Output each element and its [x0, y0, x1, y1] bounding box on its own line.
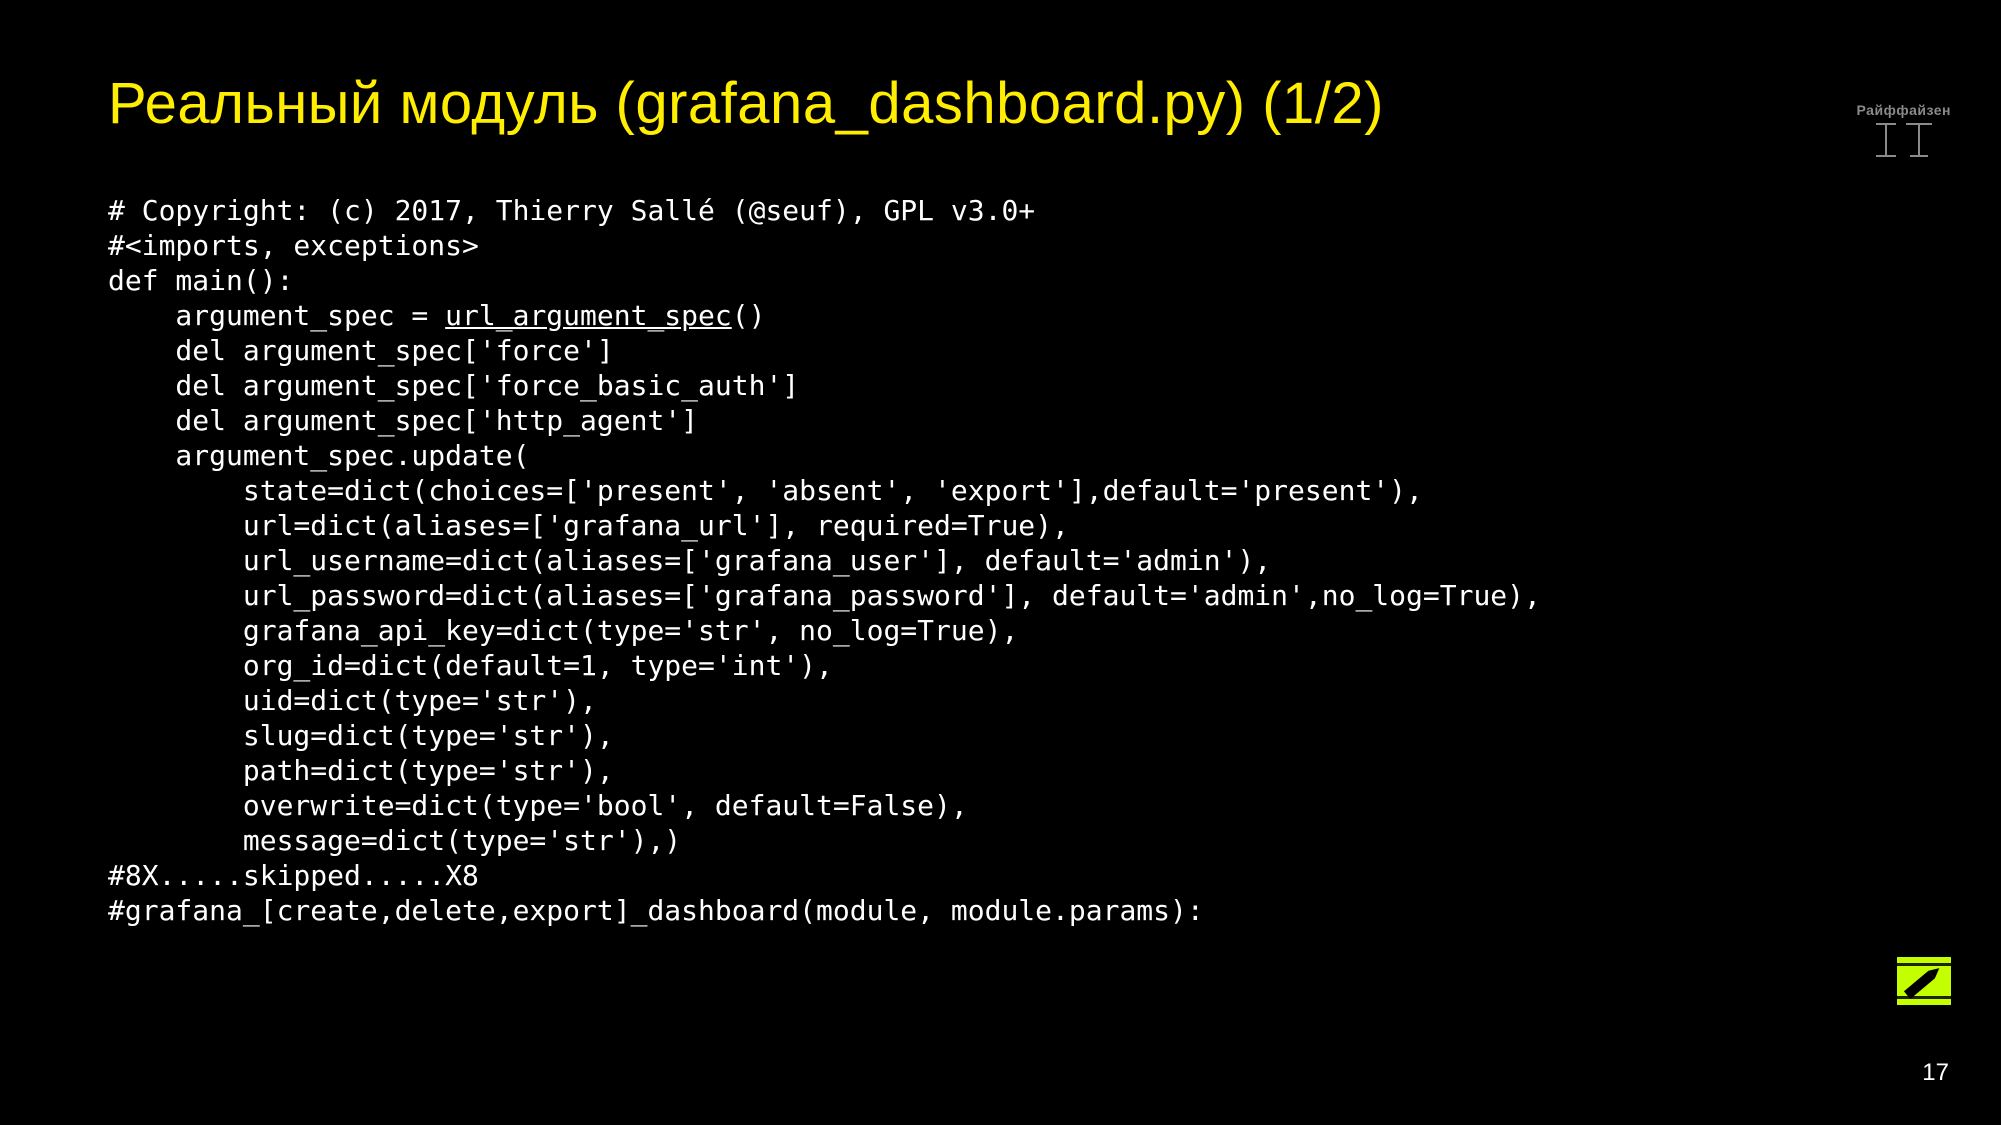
code-line: del argument_spec['force'] [108, 334, 614, 367]
code-line: org_id=dict(default=1, type='int'), [108, 649, 833, 682]
code-line: url_password=dict(aliases=['grafana_pass… [108, 579, 1541, 612]
code-line: del argument_spec['http_agent'] [108, 404, 698, 437]
code-line: argument_spec = [108, 299, 445, 332]
code-line: path=dict(type='str'), [108, 754, 614, 787]
pencil-icon [1897, 957, 1951, 1005]
code-line: () [732, 299, 766, 332]
code-line: overwrite=dict(type='bool', default=Fals… [108, 789, 968, 822]
code-line: url_username=dict(aliases=['grafana_user… [108, 544, 1271, 577]
code-line: uid=dict(type='str'), [108, 684, 597, 717]
slide: Реальный модуль (grafana_dashboard.py) (… [0, 0, 2001, 1125]
code-line: grafana_api_key=dict(type='str', no_log=… [108, 614, 1018, 647]
code-underlined: url_argument_spec [445, 299, 732, 332]
brand-text: Райффайзен [1857, 102, 1951, 118]
code-line: #<imports, exceptions> [108, 229, 479, 262]
code-line: state=dict(choices=['present', 'absent',… [108, 474, 1423, 507]
it-logo-icon [1872, 122, 1936, 162]
brand-logo-top: Райффайзен [1857, 102, 1951, 162]
page-number: 17 [1922, 1059, 1949, 1087]
code-line: #8X.....skipped.....X8 [108, 859, 479, 892]
code-line: slug=dict(type='str'), [108, 719, 614, 752]
brand-logo-bottom [1897, 957, 1951, 1005]
code-line: del argument_spec['force_basic_auth'] [108, 369, 799, 402]
code-line: message=dict(type='str'),) [108, 824, 681, 857]
code-line: #grafana_[create,delete,export]_dashboar… [108, 894, 1204, 927]
code-line: # Copyright: (c) 2017, Thierry Sallé (@s… [108, 194, 1035, 227]
slide-title: Реальный модуль (grafana_dashboard.py) (… [108, 70, 1893, 137]
code-line: def main(): [108, 264, 293, 297]
code-line: url=dict(aliases=['grafana_url'], requir… [108, 509, 1069, 542]
code-line: argument_spec.update( [108, 439, 529, 472]
code-block: # Copyright: (c) 2017, Thierry Sallé (@s… [108, 193, 1893, 928]
